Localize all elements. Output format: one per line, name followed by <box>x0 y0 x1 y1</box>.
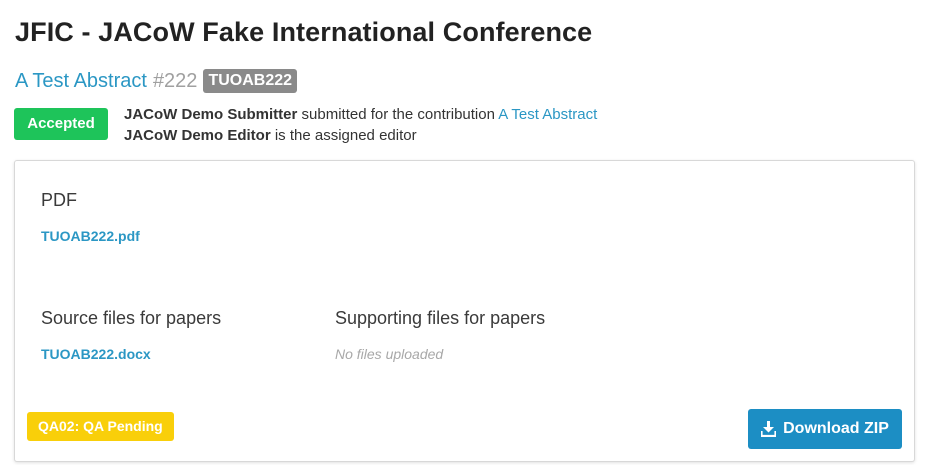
pdf-file-link[interactable]: TUOAB222.pdf <box>41 228 140 244</box>
pdf-section-title: PDF <box>41 190 77 210</box>
editor-line: JACoW Demo Editor is the assigned editor <box>124 125 597 146</box>
download-zip-button[interactable]: Download ZIP <box>748 409 902 449</box>
contribution-title[interactable]: A Test Abstract <box>15 70 147 93</box>
download-zip-label: Download ZIP <box>783 420 889 437</box>
supporting-files-section-title: Supporting files for papers <box>335 308 546 328</box>
contribution-number: #222 <box>152 69 198 92</box>
qa-status-badge: QA02: QA Pending <box>27 412 174 441</box>
status-badge: Accepted <box>14 108 108 140</box>
editor-text: is the assigned editor <box>270 127 417 144</box>
contribution-code-badge: TUOAB222 <box>203 69 298 93</box>
revision-panel: PDF TUOAB222.pdf Source files for papers… <box>14 160 915 462</box>
source-files-section-title: Source files for papers <box>41 308 222 328</box>
submitter-text: submitted for the contribution <box>297 106 499 123</box>
submitter-line: JACoW Demo Submitter submitted for the c… <box>124 104 597 125</box>
conference-title: JFIC - JACoW Fake International Conferen… <box>15 17 593 47</box>
status-text: JACoW Demo Submitter submitted for the c… <box>124 104 597 146</box>
contribution-link[interactable]: A Test Abstract <box>498 106 597 123</box>
submitter-name: JACoW Demo Submitter <box>124 106 298 123</box>
source-file-link[interactable]: TUOAB222.docx <box>41 346 151 362</box>
supporting-files-empty-note: No files uploaded <box>335 346 444 362</box>
status-row: Accepted JACoW Demo Submitter submitted … <box>14 104 597 146</box>
editor-name: JACoW Demo Editor <box>124 127 271 144</box>
contribution-header: A Test Abstract #222 TUOAB222 <box>15 69 298 93</box>
download-icon <box>761 421 777 437</box>
